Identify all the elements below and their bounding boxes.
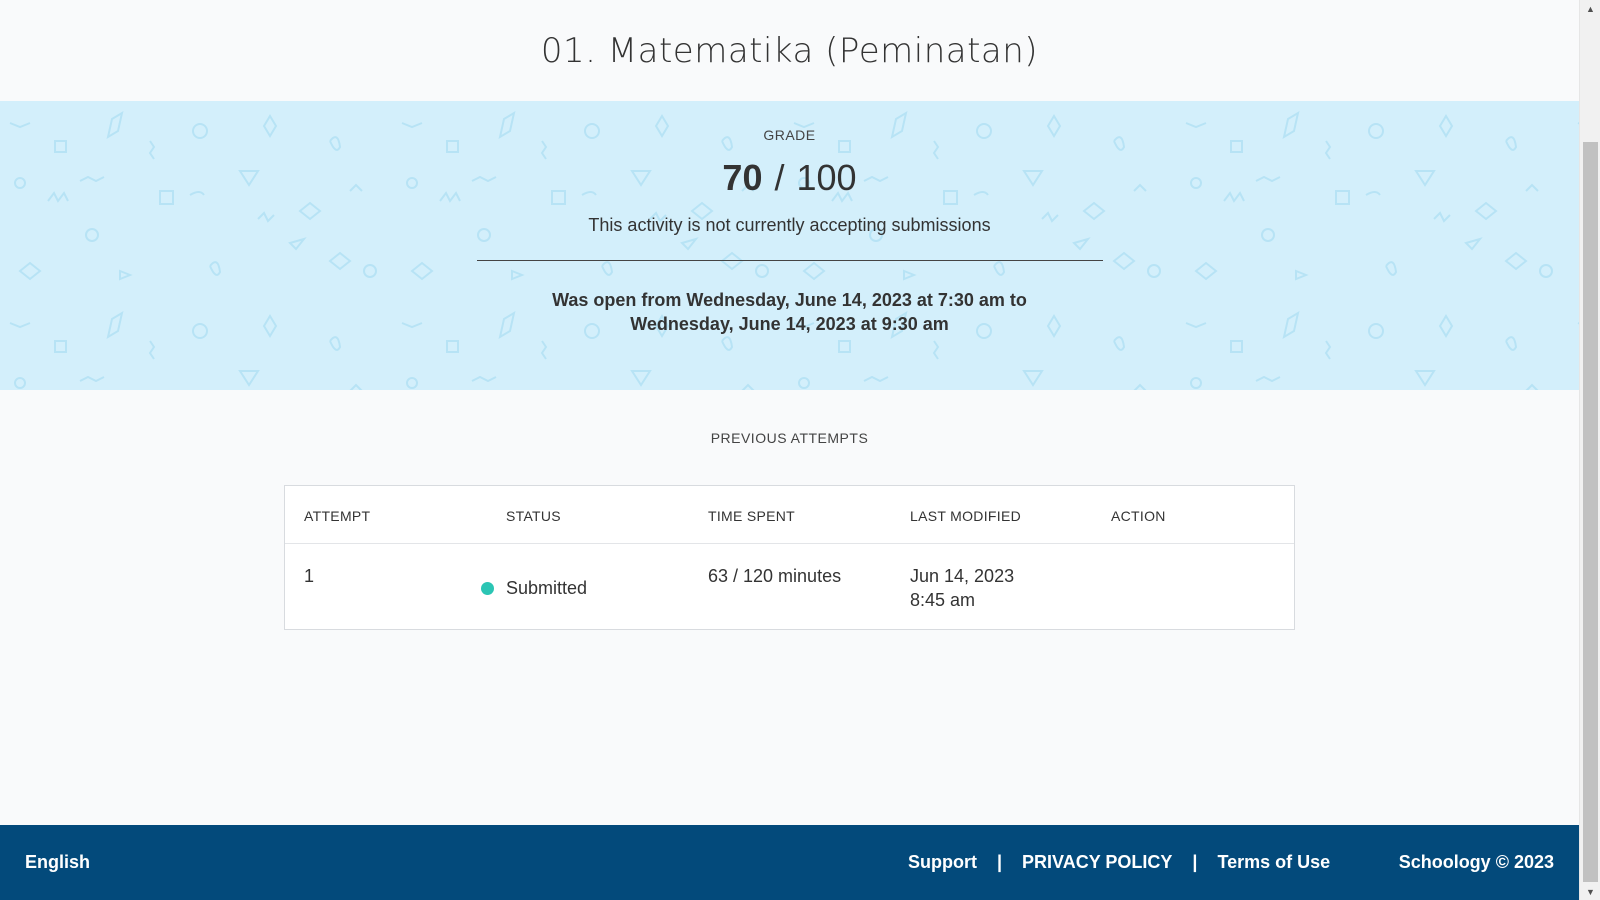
status-label: Submitted: [506, 578, 588, 598]
footer-divider: |: [997, 852, 1003, 872]
table-header: ATTEMPT STATUS TIME SPENT LAST MODIFIED …: [285, 486, 1294, 544]
footer-divider: |: [1192, 852, 1198, 872]
attempt-status: Submitted: [481, 576, 588, 600]
support-link[interactable]: Support: [908, 852, 977, 873]
column-header-attempt: ATTEMPT: [304, 508, 371, 524]
grade-summary: GRADE 70 / 100 This activity is not curren…: [0, 101, 1579, 336]
status-dot-icon: [481, 581, 494, 595]
grade-value: 70 / 100: [0, 157, 1579, 199]
open-window-line-1: Was open from Wednesday, June 14, 2023 a…: [552, 290, 1027, 310]
grade-label: GRADE: [763, 127, 816, 143]
scroll-up-arrow-icon[interactable]: ▲: [1580, 0, 1600, 17]
time-spent: 63 / 120 minutes: [708, 566, 842, 586]
privacy-policy-link[interactable]: PRIVACY POLICY: [1022, 852, 1172, 873]
page: 01. Matematika (Peminatan) GRADE 70 / 10…: [0, 0, 1579, 900]
last-modified-time: 8:45 am: [910, 590, 976, 610]
grade-banner: GRADE 70 / 100 This activity is not curren…: [0, 101, 1579, 390]
last-modified: Jun 14, 2023 8:45 am: [910, 564, 1014, 612]
column-header-action: ACTION: [1111, 508, 1166, 524]
grade-score: 70: [722, 157, 763, 198]
terms-of-use-link[interactable]: Terms of Use: [1217, 852, 1330, 873]
attempts-table: ATTEMPT STATUS TIME SPENT LAST MODIFIED …: [284, 485, 1295, 630]
column-header-time-spent: TIME SPENT: [708, 508, 796, 524]
column-header-status: STATUS: [506, 508, 561, 524]
open-window-text: Was open from Wednesday, June 14, 2023 a…: [0, 288, 1579, 336]
page-header: 01. Matematika (Peminatan): [0, 0, 1579, 101]
column-header-last-modified: LAST MODIFIED: [910, 508, 1021, 524]
scroll-down-arrow-icon[interactable]: ▼: [1580, 883, 1600, 900]
page-title: 01. Matematika (Peminatan): [540, 30, 1039, 71]
open-window-line-2: Wednesday, June 14, 2023 at 9:30 am: [630, 314, 949, 334]
attempt-number: 1: [304, 566, 315, 586]
language-selector[interactable]: English: [25, 852, 90, 873]
copyright: Schoology © 2023: [1398, 852, 1554, 872]
footer-links: Support | PRIVACY POLICY | Terms of Use: [908, 852, 1330, 873]
vertical-scrollbar[interactable]: ▲ ▼: [1579, 0, 1600, 900]
site-footer: English Support | PRIVACY POLICY | Terms…: [0, 825, 1579, 900]
scrollbar-thumb[interactable]: [1583, 142, 1598, 882]
grade-separator: /: [774, 157, 785, 198]
table-row: 1 Submitted 63 / 120 minutes Jun 14, 202…: [285, 544, 1294, 630]
previous-attempts-heading: PREVIOUS ATTEMPTS: [710, 430, 869, 446]
last-modified-date: Jun 14, 2023: [910, 566, 1015, 586]
divider: [476, 260, 1103, 261]
submission-status-text: This activity is not currently accepting…: [588, 215, 991, 235]
grade-max: 100: [796, 157, 857, 198]
